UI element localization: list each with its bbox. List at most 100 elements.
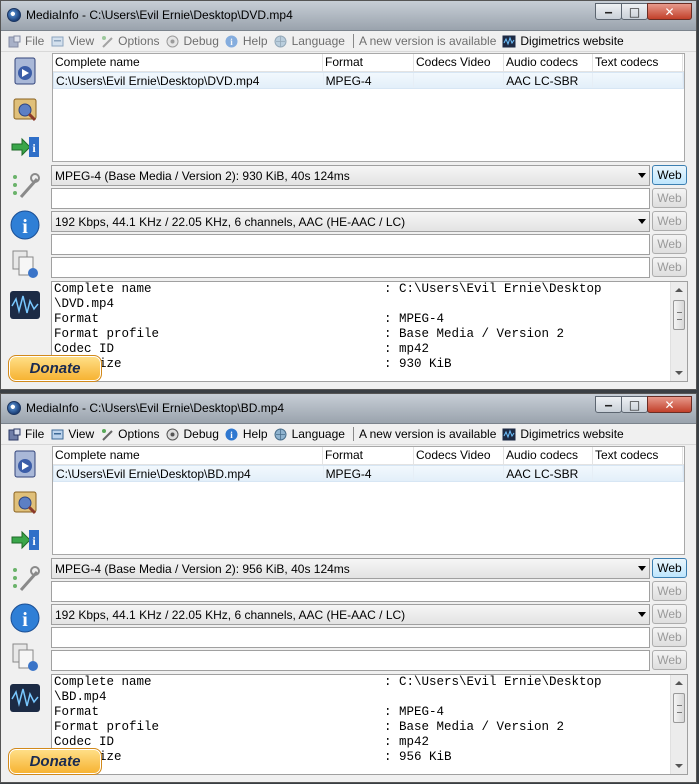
web-button-audio[interactable]: Web	[652, 211, 687, 231]
menu-language[interactable]: Language	[274, 427, 345, 441]
chapters-stream-select[interactable]	[51, 257, 650, 278]
scroll-down-icon[interactable]	[675, 371, 683, 375]
copy-icon[interactable]	[7, 639, 43, 675]
web-button-video[interactable]: Web	[652, 581, 687, 601]
text-stream-select[interactable]	[51, 234, 650, 255]
chapters-stream-select[interactable]	[51, 650, 650, 671]
text-stream-select[interactable]	[51, 627, 650, 648]
column-audio-codecs[interactable]: Audio codecs	[504, 54, 593, 71]
export-icon[interactable]: i	[7, 129, 43, 165]
maximize-button[interactable]: □	[621, 3, 648, 20]
menu-file[interactable]: File	[7, 427, 44, 441]
scroll-up-icon[interactable]	[675, 288, 683, 292]
copy-icon[interactable]	[7, 246, 43, 282]
open-file-icon[interactable]	[7, 446, 43, 482]
scroll-thumb[interactable]	[673, 693, 685, 723]
vertical-scrollbar[interactable]	[670, 282, 687, 381]
info-text-pane[interactable]: Complete name: C:\Users\Evil Ernie\Deskt…	[51, 674, 688, 775]
scroll-up-icon[interactable]	[675, 681, 683, 685]
preferences-icon[interactable]	[7, 167, 43, 203]
video-stream-select[interactable]	[51, 188, 650, 209]
file-list[interactable]: Complete name Format Codecs Video Audio …	[52, 53, 685, 162]
minimize-button[interactable]: ‒	[595, 396, 622, 413]
column-codecs-video[interactable]: Codecs Video	[414, 447, 504, 464]
menu-file[interactable]: File	[7, 34, 44, 48]
cell-codecs-video	[414, 73, 505, 88]
donate-button[interactable]: Donate	[8, 748, 102, 775]
info-icon[interactable]: i	[7, 600, 43, 636]
info-text-pane[interactable]: Complete name: C:\Users\Evil Ernie\Deskt…	[51, 281, 688, 382]
menu-help[interactable]: i Help	[225, 34, 268, 48]
general-stream-select[interactable]: MPEG-4 (Base Media / Version 2): 956 KiB…	[51, 558, 650, 579]
open-folder-icon[interactable]	[7, 91, 43, 127]
web-button-video[interactable]: Web	[652, 188, 687, 208]
web-button-general[interactable]: Web	[652, 165, 687, 185]
menu-digimetrics-website[interactable]: Digimetrics website	[502, 34, 624, 48]
info-value: : 956 KiB	[384, 750, 452, 764]
menu-help[interactable]: i Help	[225, 427, 268, 441]
open-folder-icon[interactable]	[7, 484, 43, 520]
file-row[interactable]: C:\Users\Evil Ernie\Desktop\DVD.mp4 MPEG…	[53, 72, 684, 89]
export-icon[interactable]: i	[7, 522, 43, 558]
maximize-button[interactable]: □	[621, 396, 648, 413]
general-stream-value: MPEG-4 (Base Media / Version 2): 930 KiB…	[55, 169, 350, 183]
audio-stream-select[interactable]: 192 Kbps, 44.1 KHz / 22.05 KHz, 6 channe…	[51, 211, 650, 232]
column-format[interactable]: Format	[323, 54, 414, 71]
close-button[interactable]: ✕	[647, 3, 692, 20]
file-list-header: Complete name Format Codecs Video Audio …	[53, 54, 684, 72]
info-value: : 930 KiB	[384, 357, 452, 371]
waveform-icon[interactable]	[7, 287, 43, 323]
file-list[interactable]: Complete name Format Codecs Video Audio …	[52, 446, 685, 555]
column-text-codecs[interactable]: Text codecs	[593, 447, 683, 464]
menu-digimetrics-website[interactable]: Digimetrics website	[502, 427, 624, 441]
preferences-icon[interactable]	[7, 560, 43, 596]
video-stream-select[interactable]	[51, 581, 650, 602]
column-complete-name[interactable]: Complete name	[53, 54, 323, 71]
scroll-down-icon[interactable]	[675, 764, 683, 768]
menu-view[interactable]: View	[50, 34, 94, 48]
menu-options[interactable]: Options	[100, 427, 160, 441]
cell-audio-codecs: AAC LC-SBR	[504, 466, 594, 481]
new-version-notice[interactable]: A new version is available	[359, 427, 496, 441]
donate-button[interactable]: Donate	[8, 355, 102, 382]
column-text-codecs[interactable]: Text codecs	[593, 54, 683, 71]
audio-stream-select[interactable]: 192 Kbps, 44.1 KHz / 22.05 KHz, 6 channe…	[51, 604, 650, 625]
audio-stream-value: 192 Kbps, 44.1 KHz / 22.05 KHz, 6 channe…	[55, 608, 406, 622]
menu-file-label: File	[25, 427, 45, 441]
column-codecs-video[interactable]: Codecs Video	[414, 54, 504, 71]
title-bar[interactable]: MediaInfo - C:\Users\Evil Ernie\Desktop\…	[1, 394, 696, 424]
audio-stream-value: 192 Kbps, 44.1 KHz / 22.05 KHz, 6 channe…	[55, 215, 406, 229]
web-button-audio[interactable]: Web	[652, 604, 687, 624]
info-value: : mp42	[384, 735, 430, 749]
menu-view[interactable]: View	[50, 427, 94, 441]
web-button-chapters[interactable]: Web	[652, 257, 687, 277]
dropdown-arrow-icon	[638, 566, 646, 571]
info-line: Format profile: Base Media / Version 2	[52, 720, 687, 735]
vertical-scrollbar[interactable]	[670, 675, 687, 774]
web-button-general[interactable]: Web	[652, 558, 687, 578]
minimize-button[interactable]: ‒	[595, 3, 622, 20]
general-stream-select[interactable]: MPEG-4 (Base Media / Version 2): 930 KiB…	[51, 165, 650, 186]
column-complete-name[interactable]: Complete name	[53, 447, 323, 464]
info-key: Format	[54, 705, 100, 719]
close-button[interactable]: ✕	[647, 396, 692, 413]
cell-audio-codecs: AAC LC-SBR	[504, 73, 594, 88]
title-bar[interactable]: MediaInfo - C:\Users\Evil Ernie\Desktop\…	[1, 1, 696, 31]
open-file-icon[interactable]	[7, 53, 43, 89]
new-version-notice[interactable]: A new version is available	[359, 34, 496, 48]
menu-options[interactable]: Options	[100, 34, 160, 48]
web-button-text[interactable]: Web	[652, 627, 687, 647]
menu-debug[interactable]: Debug	[166, 427, 219, 441]
scroll-thumb[interactable]	[673, 300, 685, 330]
info-value: : MPEG-4	[384, 312, 445, 326]
menu-debug[interactable]: Debug	[166, 34, 219, 48]
web-button-text[interactable]: Web	[652, 234, 687, 254]
waveform-icon[interactable]	[7, 680, 43, 716]
column-format[interactable]: Format	[323, 447, 414, 464]
web-button-chapters[interactable]: Web	[652, 650, 687, 670]
file-row[interactable]: C:\Users\Evil Ernie\Desktop\BD.mp4 MPEG-…	[53, 465, 684, 482]
column-audio-codecs[interactable]: Audio codecs	[504, 447, 593, 464]
info-icon[interactable]: i	[7, 207, 43, 243]
menu-language[interactable]: Language	[274, 34, 345, 48]
info-line: \BD.mp4	[52, 690, 687, 705]
